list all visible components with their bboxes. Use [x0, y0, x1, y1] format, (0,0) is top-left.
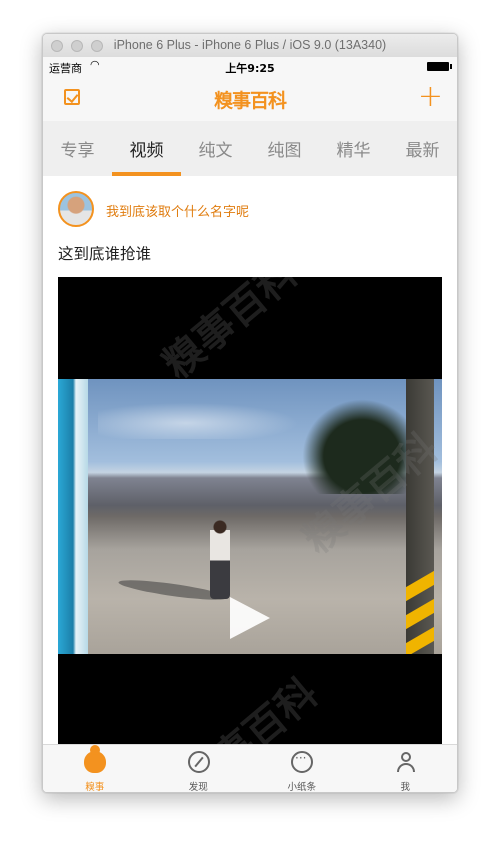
tabbar-item-messages[interactable]: 小纸条	[250, 745, 354, 792]
phone-screen: 运营商 ◠ 上午9:25 糗事百科 + 专享 视频 纯文 纯图 精华 最新 我到…	[43, 57, 457, 792]
tabbar-label: 小纸条	[287, 782, 316, 792]
tab-image-only[interactable]: 纯图	[250, 136, 319, 161]
status-time: 上午9:25	[225, 62, 275, 75]
tab-zhuanxiang[interactable]: 专享	[43, 136, 112, 161]
active-tab-indicator	[112, 172, 181, 176]
tabbar-item-discover[interactable]: 发现	[147, 745, 251, 792]
simulator-window: iPhone 6 Plus - iPhone 6 Plus / iOS 9.0 …	[42, 33, 458, 793]
chat-bubble-icon	[291, 751, 313, 773]
status-bar: 运营商 ◠ 上午9:25	[43, 57, 457, 77]
poop-icon	[84, 745, 106, 773]
tab-text-only[interactable]: 纯文	[181, 136, 250, 161]
window-title: iPhone 6 Plus - iPhone 6 Plus / iOS 9.0 …	[113, 38, 387, 52]
tab-video[interactable]: 视频	[112, 136, 181, 161]
avatar[interactable]	[58, 191, 94, 227]
nav-bar: 糗事百科 +	[43, 77, 457, 121]
post-text: 这到底谁抢谁	[58, 245, 152, 263]
bottom-tab-bar: 糗事 发现 小纸条 我	[43, 744, 457, 792]
battery-icon	[427, 62, 452, 71]
tabbar-label: 糗事	[85, 782, 105, 792]
tabbar-label: 发现	[188, 782, 208, 792]
tab-latest[interactable]: 最新	[388, 136, 457, 161]
category-tabs: 专享 视频 纯文 纯图 精华 最新	[43, 121, 457, 176]
play-icon[interactable]	[230, 597, 270, 639]
post-username[interactable]: 我到底该取个什么名字呢	[106, 201, 249, 220]
user-icon	[395, 751, 417, 773]
video-player[interactable]: 糗事百科 糗事百科 糗事百科	[58, 277, 442, 792]
tabbar-item-me[interactable]: 我	[354, 745, 458, 792]
video-person	[210, 519, 230, 599]
window-titlebar: iPhone 6 Plus - iPhone 6 Plus / iOS 9.0 …	[43, 34, 457, 58]
tabbar-label: 我	[400, 782, 410, 792]
app-logo: 糗事百科	[213, 90, 287, 112]
compass-icon	[187, 751, 210, 773]
tabbar-item-qiushi[interactable]: 糗事	[43, 745, 147, 792]
plus-icon[interactable]: +	[418, 80, 443, 114]
tab-featured[interactable]: 精华	[319, 136, 388, 161]
video-watermark: 糗事百科	[154, 277, 307, 389]
video-frame	[58, 379, 442, 654]
